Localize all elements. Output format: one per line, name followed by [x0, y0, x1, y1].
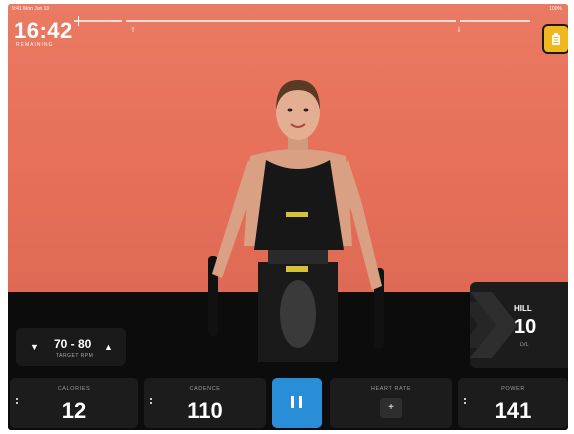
- calories-card[interactable]: CALORIES 12: [10, 378, 138, 428]
- heart-rate-card[interactable]: HEART RATE +: [330, 378, 452, 428]
- chevron-up-icon[interactable]: ▲: [104, 342, 113, 352]
- workout-screen: 9:41 Mon Jun 10 100% 16:42 REMAINING ⇑ ⇓: [8, 4, 568, 430]
- progress-position-marker[interactable]: [78, 16, 79, 26]
- power-value: 141: [494, 398, 532, 423]
- add-heart-rate-button[interactable]: +: [380, 398, 402, 418]
- status-time: 9:41 Mon Jun 10: [12, 6, 50, 12]
- progress-mark-icon: ⇑: [130, 27, 136, 34]
- cadence-label: CADENCE: [189, 386, 221, 392]
- calories-label: CALORIES: [57, 386, 91, 392]
- heart-rate-label: HEART RATE: [370, 386, 412, 392]
- hill-value: 10: [514, 316, 537, 338]
- hill-title: HILL: [514, 304, 532, 313]
- power-card[interactable]: POWER 141: [458, 378, 568, 428]
- cadence-card[interactable]: CADENCE 110: [144, 378, 266, 428]
- battery-icon: [552, 33, 560, 45]
- target-rpm-range: 70 - 80: [54, 337, 92, 351]
- calories-value: 12: [61, 398, 87, 423]
- progress-segment: [126, 20, 456, 22]
- pause-button[interactable]: [272, 378, 322, 428]
- target-rpm-control: ▼ 70 - 80 TARGET RPM ▲: [16, 328, 126, 366]
- status-bar: 9:41 Mon Jun 10 100%: [8, 4, 568, 14]
- battery-button[interactable]: [544, 26, 568, 52]
- timer-value: 16:42: [14, 18, 73, 43]
- hill-unit: LVL: [520, 342, 529, 348]
- cadence-value: 110: [187, 398, 223, 423]
- timer-label: REMAINING: [16, 42, 54, 48]
- instructor-image: [208, 80, 384, 362]
- progress-segment: [74, 20, 122, 22]
- hill-panel: HILL 10 LVL: [470, 282, 568, 368]
- power-label: POWER: [501, 386, 525, 392]
- target-rpm-label: TARGET RPM: [56, 353, 94, 359]
- status-battery: 100%: [549, 6, 562, 12]
- progress-mark-icon: ⇓: [456, 27, 462, 34]
- progress-segment: [460, 20, 530, 22]
- chevron-down-icon[interactable]: ▼: [30, 342, 39, 352]
- workout-progress-bar[interactable]: ⇑ ⇓: [74, 16, 534, 34]
